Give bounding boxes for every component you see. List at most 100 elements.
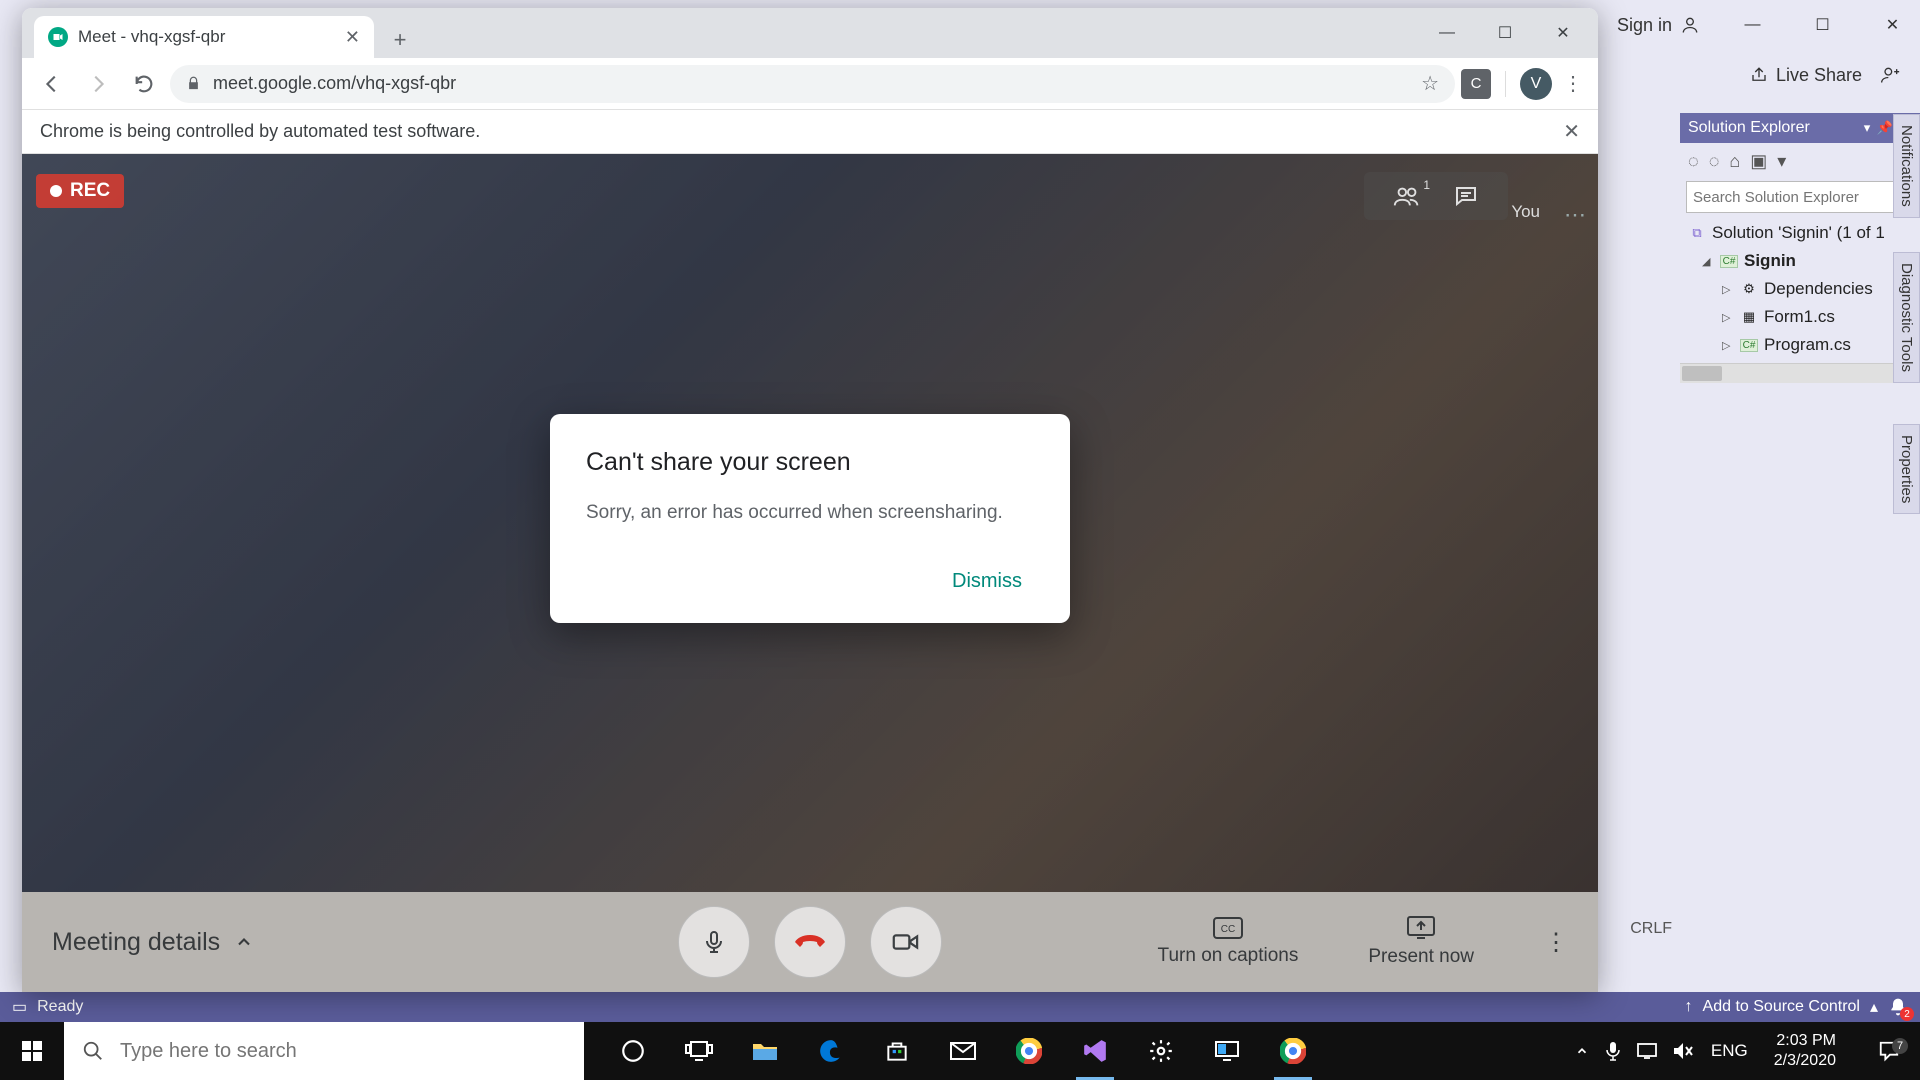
chrome-running-icon[interactable] (1262, 1022, 1324, 1080)
vs-signin-button[interactable]: Sign in (1617, 15, 1700, 36)
language-indicator[interactable]: ENG (1711, 1041, 1748, 1061)
node-label: Dependencies (1764, 279, 1873, 299)
url-text: meet.google.com/vhq-xgsf-qbr (213, 73, 1409, 94)
lock-icon[interactable] (186, 76, 201, 91)
pin-icon[interactable]: 📌 (1876, 120, 1894, 136)
expand-icon[interactable]: ▷ (1722, 339, 1734, 352)
add-source-control[interactable]: Add to Source Control (1703, 998, 1860, 1016)
meeting-details-button[interactable]: Meeting details (52, 928, 254, 957)
bookmark-star-icon[interactable]: ☆ (1421, 71, 1439, 96)
camera-button[interactable] (870, 906, 942, 978)
reload-button[interactable] (124, 64, 164, 104)
error-dialog: Can't share your screen Sorry, an error … (550, 414, 1070, 623)
home-icon[interactable]: ⌂ (1729, 151, 1740, 172)
extension-badge[interactable]: C (1461, 69, 1491, 99)
vs-maximize-button[interactable]: ☐ (1805, 15, 1840, 35)
vs-minimize-button[interactable]: — (1735, 16, 1770, 34)
taskbar-search-input[interactable] (120, 1040, 566, 1063)
people-button[interactable]: 1 (1392, 184, 1422, 208)
dropdown-icon[interactable]: ▾ (1858, 120, 1876, 136)
taskbar-search[interactable] (64, 1022, 584, 1080)
tab-close-icon[interactable]: ✕ (345, 27, 360, 48)
file-explorer-icon[interactable] (734, 1022, 796, 1080)
chrome-pinned-icon[interactable] (998, 1022, 1060, 1080)
captions-label: Turn on captions (1158, 945, 1299, 967)
collapse-icon[interactable]: ◢ (1702, 255, 1714, 268)
windows-taskbar: ENG 2:03 PM 2/3/2020 7 (0, 1022, 1920, 1080)
chevron-down-icon[interactable]: ▾ (1777, 151, 1786, 172)
node-label: Program.cs (1764, 335, 1851, 355)
expand-icon[interactable]: ▷ (1722, 311, 1734, 324)
chat-button[interactable] (1452, 184, 1480, 208)
vs-close-button[interactable]: ✕ (1875, 15, 1910, 35)
forward-icon[interactable]: ◌ (1709, 151, 1720, 172)
project-node[interactable]: ◢ C# Signin (1684, 247, 1916, 275)
tree-node-dependencies[interactable]: ▷ ⚙ Dependencies (1684, 275, 1916, 303)
chrome-minimize-button[interactable]: — (1418, 8, 1476, 58)
action-center-icon[interactable]: 7 (1862, 1040, 1916, 1062)
clock[interactable]: 2:03 PM 2/3/2020 (1764, 1031, 1846, 1071)
divider (1505, 71, 1506, 97)
screen-tray-icon[interactable] (1637, 1043, 1657, 1059)
tray-chevron-icon[interactable] (1575, 1044, 1589, 1058)
vs-liveshare-button[interactable]: Live Share (1750, 65, 1862, 86)
present-button[interactable]: Present now (1368, 916, 1474, 968)
solution-node[interactable]: ⧉ Solution 'Signin' (1 of 1 (1684, 219, 1916, 247)
dismiss-button[interactable]: Dismiss (940, 562, 1034, 601)
crlf-indicator[interactable]: CRLF (1630, 920, 1672, 938)
visual-studio-icon[interactable] (1064, 1022, 1126, 1080)
solution-explorer-header[interactable]: Solution Explorer ▾ 📌 ✕ (1680, 113, 1920, 143)
forward-button[interactable] (78, 64, 118, 104)
side-tab-diagnostic[interactable]: Diagnostic Tools (1893, 252, 1920, 383)
address-bar[interactable]: meet.google.com/vhq-xgsf-qbr ☆ (170, 65, 1455, 103)
hangup-button[interactable] (774, 906, 846, 978)
self-more-icon[interactable]: ⋯ (1564, 202, 1588, 228)
chevron-up-icon[interactable]: ▴ (1870, 997, 1878, 1017)
expand-icon[interactable]: ▷ (1722, 283, 1734, 296)
start-button[interactable] (0, 1022, 64, 1080)
sync-icon[interactable]: ▣ (1750, 151, 1767, 172)
volume-muted-icon[interactable] (1673, 1042, 1695, 1060)
mic-button[interactable] (678, 906, 750, 978)
notifications-bell[interactable]: 2 (1888, 997, 1908, 1017)
recording-indicator: REC (36, 174, 124, 208)
side-tab-properties[interactable]: Properties (1893, 424, 1920, 514)
csharp-file-icon: C# (1740, 339, 1758, 352)
present-icon (1407, 916, 1435, 940)
project-label: Signin (1744, 251, 1796, 271)
person-add-icon[interactable] (1880, 65, 1900, 85)
profile-avatar[interactable]: V (1520, 68, 1552, 100)
monitor-icon[interactable] (1196, 1022, 1258, 1080)
store-icon[interactable] (866, 1022, 928, 1080)
svg-text:CC: CC (1221, 924, 1235, 935)
tree-node-program[interactable]: ▷ C# Program.cs (1684, 331, 1916, 359)
chrome-maximize-button[interactable]: ☐ (1476, 8, 1534, 58)
browser-tab[interactable]: Meet - vhq-xgsf-qbr ✕ (34, 16, 374, 58)
more-options-button[interactable]: ⋮ (1544, 928, 1568, 957)
chrome-menu-button[interactable]: ⋮ (1558, 71, 1588, 96)
mic-tray-icon[interactable] (1605, 1041, 1621, 1061)
edge-icon[interactable] (800, 1022, 862, 1080)
solution-search-input[interactable] (1693, 189, 1892, 206)
back-icon[interactable]: ◌ (1688, 151, 1699, 172)
mail-icon[interactable] (932, 1022, 994, 1080)
dialog-body: Sorry, an error has occurred when screen… (586, 499, 1034, 528)
tree-node-form1[interactable]: ▷ ▦ Form1.cs (1684, 303, 1916, 331)
settings-icon[interactable] (1130, 1022, 1192, 1080)
search-icon (82, 1040, 104, 1062)
system-tray: ENG 2:03 PM 2/3/2020 7 (1575, 1031, 1920, 1071)
cortana-icon[interactable] (602, 1022, 664, 1080)
share-icon (1750, 66, 1768, 84)
solution-tree[interactable]: ⧉ Solution 'Signin' (1 of 1 ◢ C# Signin … (1680, 215, 1920, 363)
clock-date: 2/3/2020 (1774, 1051, 1836, 1071)
new-tab-button[interactable]: + (382, 22, 418, 58)
taskview-icon[interactable] (668, 1022, 730, 1080)
notif-badge: 7 (1892, 1038, 1908, 1054)
horizontal-scrollbar[interactable] (1680, 363, 1920, 383)
chrome-close-button[interactable]: ✕ (1534, 8, 1592, 58)
side-tab-notifications[interactable]: Notifications (1893, 114, 1920, 218)
infobar-close-icon[interactable]: ✕ (1563, 119, 1580, 144)
captions-button[interactable]: CC Turn on captions (1158, 917, 1299, 967)
solution-search[interactable]: 🔍 ▾ (1686, 181, 1914, 213)
back-button[interactable] (32, 64, 72, 104)
